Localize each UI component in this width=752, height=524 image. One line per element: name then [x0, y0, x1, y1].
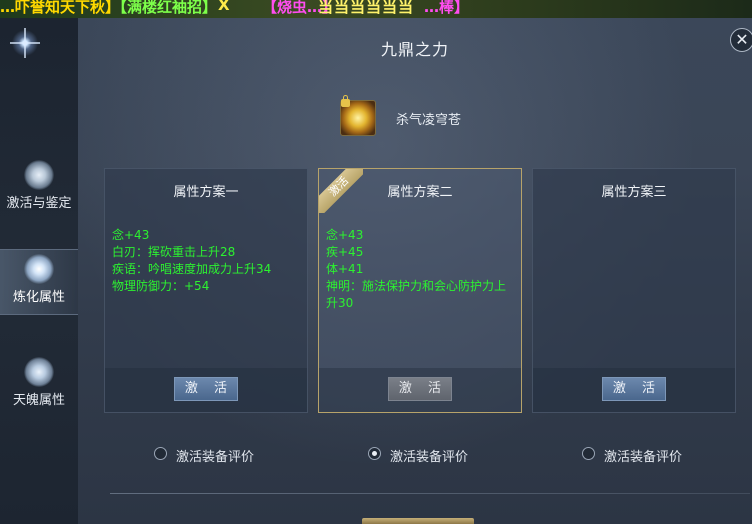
close-button[interactable]: ✕ [730, 28, 752, 52]
attribute-line: 体+41 [326, 262, 364, 276]
scheme-attributes: 念+43 白刃：挥砍重击上升28 疾语：吟唱速度加成力上升34 物理防御力：+5… [112, 227, 302, 295]
main-panel: 九鼎之力 ✕ 杀气凌穹苍 属性方案一 念+43 白刃：挥砍重击上升28 疾语：吟… [78, 18, 752, 524]
marquee-segment: …棒】 [424, 0, 470, 16]
lock-icon [341, 95, 350, 107]
radio-label: 激活装备评价 [176, 450, 255, 465]
attribute-line: 白刃：挥砍重击上升28 [112, 245, 236, 259]
scheme-title: 属性方案一 [173, 185, 239, 200]
sword-shield-icon [24, 160, 54, 190]
activate-button[interactable]: 激 活 [388, 377, 452, 401]
attribute-line: 疾语：吟唱速度加成力上升34 [112, 262, 272, 276]
sidebar-item-label: 激活与鉴定 [6, 196, 72, 211]
divider [110, 493, 750, 494]
attribute-line: 物理防御力：+54 [112, 279, 210, 293]
attribute-line: 神明：施法保护力和会心防护力上升30 [326, 279, 507, 310]
item-name: 杀气凌穹苍 [396, 113, 462, 128]
scheme-title: 属性方案二 [387, 185, 453, 200]
marquee-segment: 当当当当当当 [318, 0, 415, 16]
sidebar: 激活与鉴定 炼化属性 天魄属性 [0, 18, 79, 524]
glowing-orb-icon [24, 254, 54, 284]
attribute-line: 疾+45 [326, 245, 364, 259]
top-marquee: …吓誉知天下秋】 【满楼红袖招】 X 【烧虫…】 当当当当当当 …棒】 [0, 0, 752, 18]
attribute-line: 念+43 [326, 228, 364, 242]
item-orb-icon[interactable] [340, 95, 376, 136]
scheme-card-3[interactable]: 属性方案三 激 活 [532, 168, 736, 413]
sidebar-item-refine-attributes[interactable]: 炼化属性 [0, 249, 78, 315]
sidebar-item-soul-attributes[interactable]: 天魄属性 [0, 353, 78, 417]
scheme-card-1[interactable]: 属性方案一 念+43 白刃：挥砍重击上升28 疾语：吟唱速度加成力上升34 物理… [104, 168, 308, 413]
activate-button[interactable]: 激 活 [174, 377, 238, 401]
activate-button[interactable]: 激 活 [602, 377, 666, 401]
sparkle-icon [10, 28, 40, 58]
radio-button[interactable] [582, 447, 595, 460]
radio-label: 激活装备评价 [390, 450, 469, 465]
scheme-title: 属性方案三 [601, 185, 667, 200]
panel-title: 九鼎之力 [380, 40, 449, 59]
scheme-attributes: 念+43 疾+45 体+41 神明：施法保护力和会心防护力上升30 [326, 227, 516, 312]
scheme-card-2[interactable]: 激活 属性方案二 念+43 疾+45 体+41 神明：施法保护力和会心防护力上升… [318, 168, 522, 413]
marquee-segment: 【满楼红袖招】 [112, 0, 218, 16]
close-icon: ✕ [735, 30, 749, 49]
bottom-action-button[interactable] [362, 518, 474, 524]
marquee-segment: X [218, 0, 230, 14]
sidebar-item-label: 炼化属性 [12, 290, 65, 305]
radio-button[interactable] [154, 447, 167, 460]
sidebar-item-label: 天魄属性 [12, 393, 65, 408]
marquee-segment: …吓誉知天下秋】 [0, 0, 121, 16]
radio-button[interactable] [368, 447, 381, 460]
attribute-line: 念+43 [112, 228, 150, 242]
sidebar-item-activate-identify[interactable]: 激活与鉴定 [0, 156, 78, 220]
radio-label: 激活装备评价 [604, 450, 683, 465]
moon-spirit-icon [24, 357, 54, 387]
